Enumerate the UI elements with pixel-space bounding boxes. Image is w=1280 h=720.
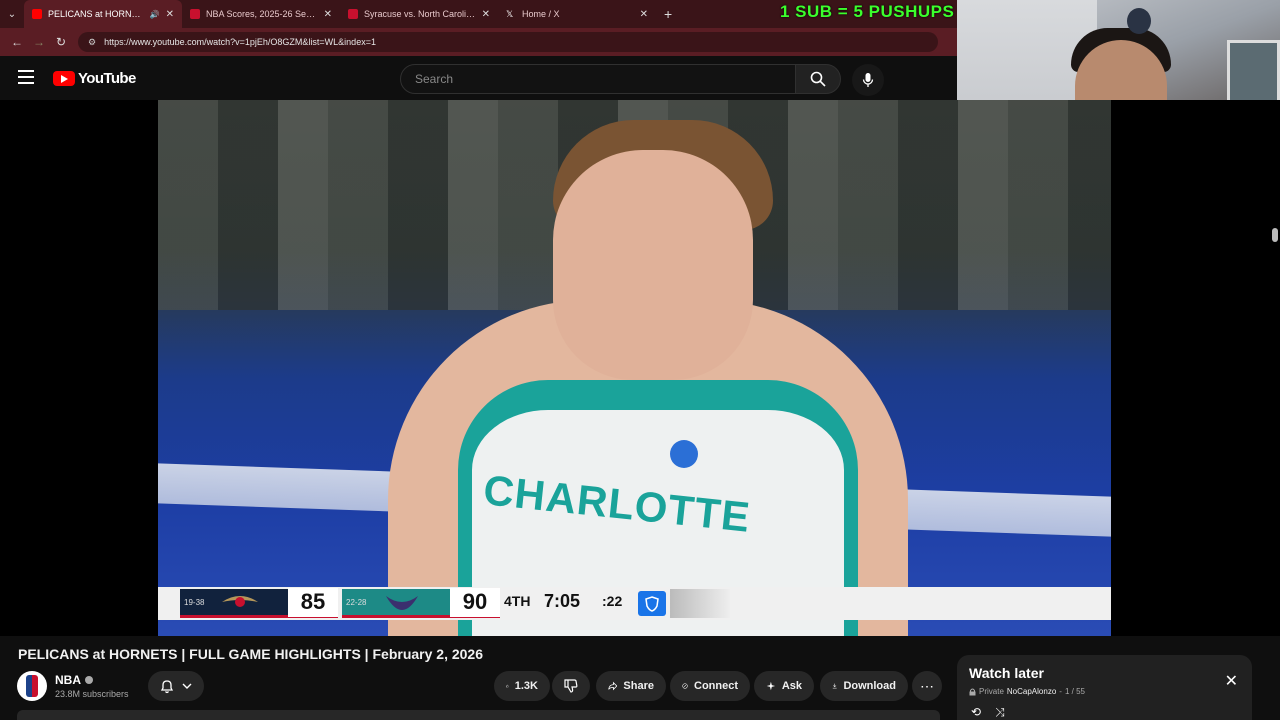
verified-badge-icon (85, 676, 93, 684)
home-team-score: 22-28 90 (342, 587, 500, 618)
bell-icon (160, 679, 174, 693)
espn-favicon-icon (348, 9, 358, 19)
thumbs-up-icon (506, 684, 509, 688)
lock-icon (969, 688, 976, 695)
new-tab-plus-icon[interactable]: + (664, 6, 672, 22)
tab-label: Home / X (522, 9, 560, 19)
game-period: 4TH (504, 593, 531, 609)
ask-button[interactable]: Ask (754, 671, 814, 701)
description-box[interactable] (17, 710, 940, 720)
playlist-position: 1 / 55 (1064, 687, 1085, 696)
scorebug: 19-38 85 22-28 90 4TH 7:05 :22 (158, 587, 1111, 620)
dislike-button[interactable] (552, 671, 590, 701)
search-input[interactable]: Search (400, 64, 796, 94)
nba-logo-icon (26, 675, 38, 697)
shuffle-icon[interactable]: ⤨ (995, 705, 1005, 720)
loop-icon[interactable]: ⟲ (971, 705, 981, 720)
youtube-logo[interactable]: YouTube (53, 70, 136, 87)
tab-search-chevron-icon[interactable]: ⌄ (0, 0, 24, 28)
back-arrow-icon[interactable]: ← (6, 35, 28, 49)
forward-arrow-icon[interactable]: → (28, 35, 50, 49)
channel-avatar[interactable] (17, 671, 47, 701)
notifications-button[interactable] (148, 671, 204, 701)
tab-youtube[interactable]: PELICANS at HORNETS | FU 🔊 ✕ (24, 0, 182, 28)
channel-info: NBA 23.8M subscribers (17, 671, 129, 701)
youtube-play-icon (53, 71, 75, 86)
sponsor-shield-icon (638, 591, 666, 616)
connect-icon (682, 683, 688, 689)
away-team-score: 19-38 85 (180, 587, 338, 618)
voice-search-button[interactable] (852, 64, 884, 96)
tab-x-home[interactable]: 𝕏 Home / X ✕ (498, 0, 656, 28)
menu-hamburger-icon[interactable] (18, 70, 34, 84)
close-tab-icon[interactable]: ✕ (166, 9, 174, 20)
shot-clock: :22 (602, 593, 623, 609)
nba-favicon-icon (190, 9, 200, 19)
search-icon (810, 71, 826, 87)
game-clock: 7:05 (544, 591, 581, 611)
close-tab-icon[interactable]: ✕ (640, 9, 648, 20)
close-tab-icon[interactable]: ✕ (482, 9, 490, 20)
search-button[interactable] (795, 64, 841, 94)
subscriber-count: 23.8M subscribers (55, 689, 129, 699)
video-title: PELICANS at HORNETS | FULL GAME HIGHLIGH… (18, 646, 483, 662)
stream-banner: 1 SUB = 5 PUSHUPS (780, 2, 955, 21)
tab-label: PELICANS at HORNETS | FU (48, 9, 146, 19)
connect-button[interactable]: Connect (670, 671, 750, 701)
download-button[interactable]: Download (820, 671, 908, 701)
logo-wordmark: YouTube (78, 70, 136, 87)
pelicans-logo-icon (218, 590, 262, 614)
more-actions-icon[interactable]: ⋯ (912, 671, 942, 701)
ask-label: Ask (781, 680, 802, 692)
jersey-sponsor-badge (670, 440, 698, 468)
address-bar[interactable]: ⚙ https://www.youtube.com/watch?v=1pjEh/… (78, 32, 938, 52)
x-favicon-icon: 𝕏 (506, 9, 514, 19)
channel-name[interactable]: NBA (55, 673, 81, 687)
url-text: https://www.youtube.com/watch?v=1pjEh/O8… (104, 37, 376, 47)
like-count: 1.3K (514, 680, 538, 692)
tab-label: Syracuse vs. North Carolina (Fe (364, 9, 476, 19)
playlist-meta: Private NoCapAlonzo - 1 / 55 (969, 687, 1240, 696)
browser-toolbar: ← → ↻ ⚙ https://www.youtube.com/watch?v=… (0, 28, 960, 56)
chevron-down-icon (182, 683, 192, 689)
search-placeholder: Search (415, 72, 454, 86)
speaker-icon[interactable]: 🔊 (150, 10, 160, 19)
share-label: Share (623, 680, 654, 692)
site-info-icon[interactable]: ⚙ (88, 37, 96, 48)
page-scrollbar-thumb[interactable] (1272, 228, 1278, 242)
close-tab-icon[interactable]: ✕ (324, 9, 332, 20)
channel-name-link[interactable]: NBA (55, 673, 129, 687)
watch-later-panel: Watch later Private NoCapAlonzo - 1 / 55… (957, 655, 1252, 720)
share-icon (608, 681, 618, 691)
youtube-header: YouTube Search (0, 56, 960, 100)
tab-nba-scores[interactable]: NBA Scores, 2025-26 Season ✕ (182, 0, 340, 28)
playlist-privacy: Private (979, 687, 1004, 696)
playlist-owner[interactable]: NoCapAlonzo (1007, 687, 1056, 696)
video-frame[interactable]: CHARLOTTE (158, 100, 1111, 636)
close-playlist-icon[interactable]: ✕ (1225, 671, 1238, 691)
away-record: 19-38 (184, 597, 205, 607)
reload-icon[interactable]: ↻ (50, 35, 72, 49)
hornets-logo-icon (380, 590, 424, 614)
tab-syracuse[interactable]: Syracuse vs. North Carolina (Fe ✕ (340, 0, 498, 28)
tab-label: NBA Scores, 2025-26 Season (206, 9, 318, 19)
like-button[interactable]: 1.3K (494, 671, 550, 701)
home-record: 22-28 (346, 597, 367, 607)
playlist-title[interactable]: Watch later (969, 665, 1240, 681)
sparkle-icon (766, 681, 776, 691)
away-score: 85 (288, 587, 338, 617)
home-score: 90 (450, 587, 500, 617)
download-icon (832, 683, 837, 689)
share-button[interactable]: Share (596, 671, 666, 701)
download-label: Download (843, 680, 896, 692)
youtube-favicon-icon (32, 9, 42, 19)
microphone-icon (862, 73, 874, 87)
connect-label: Connect (694, 680, 738, 692)
thumbs-down-icon (564, 679, 578, 693)
